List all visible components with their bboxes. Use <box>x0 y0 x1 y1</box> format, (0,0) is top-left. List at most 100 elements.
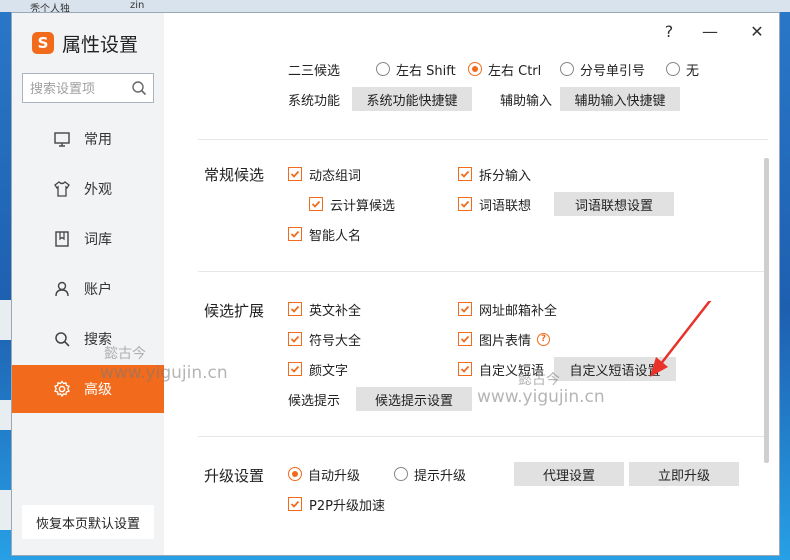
radio-shift[interactable]: 左右 Shift <box>376 60 468 79</box>
search-input[interactable] <box>28 75 128 103</box>
checkbox-split-input[interactable]: 拆分输入 <box>458 162 531 186</box>
checkbox-label: 英文补全 <box>309 303 362 319</box>
desktop-icon-label: zin <box>130 0 145 11</box>
system-shortcut-button[interactable]: 系统功能快捷键 <box>352 87 472 111</box>
radio-ctrl[interactable]: 左右 Ctrl <box>468 60 560 79</box>
vertical-scrollbar[interactable] <box>764 158 769 463</box>
word-association-settings-button[interactable]: 词语联想设置 <box>554 192 674 216</box>
sogou-logo-icon: S <box>32 32 54 54</box>
checkbox[interactable] <box>288 167 302 181</box>
upgrade-now-button[interactable]: 立即升级 <box>629 462 739 486</box>
radio-label: 左右 Ctrl <box>488 63 542 79</box>
desktop-icon-fragment <box>0 490 11 530</box>
proxy-settings-button[interactable]: 代理设置 <box>514 462 624 486</box>
radio-none-indicator[interactable] <box>666 62 680 76</box>
checkbox-smart-name[interactable]: 智能人名 <box>288 222 361 246</box>
sidebar-item-label: 账户 <box>84 282 112 298</box>
checkbox-kaomoji[interactable]: 颜文字 <box>288 357 348 381</box>
sidebar: S 属性设置 常用 外观 词库 <box>12 13 164 555</box>
gear-icon <box>52 379 72 399</box>
checkbox-label: 智能人名 <box>309 228 362 244</box>
checkbox[interactable] <box>458 197 472 211</box>
checkbox-cloud-candidate[interactable]: 云计算候选 <box>309 192 395 216</box>
radio-label: 左右 Shift <box>396 63 456 79</box>
checkbox-label: 词语联想 <box>479 198 532 214</box>
candidate-hint-label: 候选提示 <box>288 393 341 409</box>
checkbox[interactable] <box>288 227 302 241</box>
watermark-cn: 懿古今 <box>518 372 560 388</box>
checkbox-label: 图片表情 <box>479 333 532 349</box>
checkbox-english-complete[interactable]: 英文补全 <box>288 297 361 321</box>
radio-shift-indicator[interactable] <box>376 62 390 76</box>
candidate-hint-settings-button[interactable]: 候选提示设置 <box>356 387 472 411</box>
search-icon[interactable] <box>131 80 147 96</box>
radio-auto-upgrade[interactable]: 自动升级 <box>288 462 360 486</box>
radio-prompt-upgrade[interactable]: 提示升级 <box>394 462 466 486</box>
sidebar-item-appearance[interactable]: 外观 <box>12 165 164 213</box>
sidebar-item-label: 常用 <box>84 132 112 148</box>
section-divider <box>198 139 768 140</box>
checkbox-word-association[interactable]: 词语联想 <box>458 192 531 216</box>
sidebar-item-dictionary[interactable]: 词库 <box>12 215 164 263</box>
desktop-icon-fragment <box>0 400 11 430</box>
upgrade-settings-title: 升级设置 <box>204 467 265 485</box>
radio-auto-upgrade-indicator[interactable] <box>288 467 302 481</box>
checkbox-dynamic-words[interactable]: 动态组词 <box>288 162 361 186</box>
assist-input-label: 辅助输入 <box>500 93 553 109</box>
watermark-url: www.yigujin.cn <box>477 387 605 407</box>
checkbox-p2p-upgrade[interactable]: P2P升级加速 <box>288 492 385 516</box>
search-icon <box>52 329 72 349</box>
section-divider <box>198 271 768 272</box>
checkbox[interactable] <box>288 362 302 376</box>
sidebar-item-common[interactable]: 常用 <box>12 115 164 163</box>
checkbox-label: 拆分输入 <box>479 168 532 184</box>
regular-candidate-title: 常规候选 <box>204 166 265 184</box>
main-panel: 二三候选 左右 Shift 左右 Ctrl 分号单引号 无 系统功能 系统功能快… <box>164 13 779 555</box>
radio-label: 无 <box>686 63 700 79</box>
watermark-url: www.yigujin.cn <box>100 363 228 383</box>
assist-shortcut-button[interactable]: 辅助输入快捷键 <box>560 87 680 111</box>
checkbox[interactable] <box>458 332 472 346</box>
checkbox-picture-emoji[interactable]: 图片表情 ? <box>458 327 551 351</box>
secondary-candidate-label: 二三候选 <box>288 63 341 79</box>
checkbox[interactable] <box>288 497 302 511</box>
checkbox-label: 云计算候选 <box>330 198 396 214</box>
section-divider <box>198 436 768 437</box>
desktop-icon-fragment <box>0 300 11 340</box>
radio-label: 分号单引号 <box>580 63 646 79</box>
shirt-icon <box>52 179 72 199</box>
settings-search[interactable] <box>22 73 154 103</box>
system-function-label: 系统功能 <box>288 93 341 109</box>
radio-semicolon-indicator[interactable] <box>560 62 574 76</box>
radio-semicolon[interactable]: 分号单引号 <box>560 60 666 79</box>
checkbox-label: 符号大全 <box>309 333 362 349</box>
sidebar-item-label: 词库 <box>84 232 112 248</box>
restore-defaults-button[interactable]: 恢复本页默认设置 <box>22 505 154 539</box>
monitor-icon <box>52 129 72 149</box>
checkbox[interactable] <box>288 302 302 316</box>
checkbox-label: 网址邮箱补全 <box>479 303 558 319</box>
help-circle-icon[interactable]: ? <box>537 332 551 346</box>
custom-phrase-settings-button[interactable]: 自定义短语设置 <box>554 357 676 381</box>
checkbox-url-email-complete[interactable]: 网址邮箱补全 <box>458 297 557 321</box>
checkbox[interactable] <box>458 167 472 181</box>
sidebar-item-account[interactable]: 账户 <box>12 265 164 313</box>
candidate-hint-row: 候选提示 候选提示设置 <box>288 387 472 411</box>
checkbox[interactable] <box>288 332 302 346</box>
radio-prompt-upgrade-indicator[interactable] <box>394 467 408 481</box>
radio-label: 自动升级 <box>308 468 361 484</box>
radio-none[interactable]: 无 <box>666 60 699 79</box>
checkbox-label: 颜文字 <box>309 363 349 379</box>
radio-ctrl-indicator[interactable] <box>468 62 482 76</box>
checkbox[interactable] <box>458 302 472 316</box>
watermark-cn: 懿古今 <box>104 346 146 362</box>
checkbox-label: P2P升级加速 <box>309 498 385 514</box>
system-function-row: 系统功能 系统功能快捷键 辅助输入 辅助输入快捷键 <box>288 87 680 111</box>
checkbox[interactable] <box>458 362 472 376</box>
checkbox-label: 动态组词 <box>309 168 362 184</box>
user-icon <box>52 279 72 299</box>
secondary-candidate-row: 二三候选 左右 Shift 左右 Ctrl 分号单引号 无 <box>288 57 699 81</box>
desktop-top-strip: 秃个人独 zin <box>0 0 790 15</box>
checkbox-symbols[interactable]: 符号大全 <box>288 327 361 351</box>
checkbox[interactable] <box>309 197 323 211</box>
